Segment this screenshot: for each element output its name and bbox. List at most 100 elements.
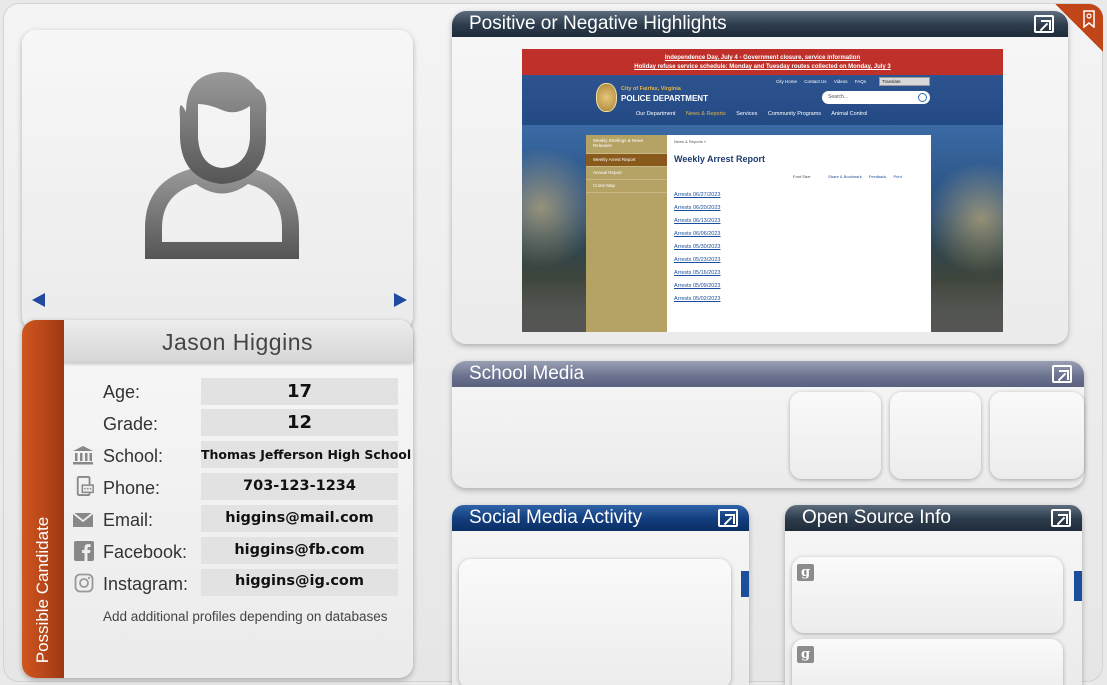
- right-lights: [931, 125, 1003, 332]
- print-tool[interactable]: Print: [894, 174, 902, 179]
- instagram-label: Instagram:: [103, 574, 189, 594]
- feedback-tool[interactable]: Feedback: [869, 174, 887, 179]
- media-thumbnail[interactable]: [890, 392, 981, 479]
- open-source-result[interactable]: g: [792, 639, 1063, 685]
- instagram-value: higgins@ig.com: [201, 569, 398, 596]
- translate-label: Translate: [882, 79, 901, 84]
- profiles-note: Add additional profiles depending on dat…: [103, 609, 388, 624]
- media-thumbnail[interactable]: [990, 392, 1084, 479]
- embedded-page: Independence Day, July 4 - Government cl…: [522, 49, 1003, 332]
- school-media-header: School Media: [452, 361, 1084, 387]
- next-photo-arrow[interactable]: [394, 293, 407, 307]
- arrest-link[interactable]: Arrests 06/20/2023: [674, 205, 720, 218]
- candidate-name: Jason Higgins: [162, 329, 313, 355]
- facebook-label: Facebook:: [103, 542, 188, 562]
- email-icon: [72, 512, 94, 527]
- open-source-result[interactable]: g: [792, 557, 1063, 633]
- phone-icon: [76, 476, 94, 496]
- school-media-panel: School Media: [452, 361, 1084, 488]
- arrest-link[interactable]: Arrests 05/09/2023: [674, 283, 720, 296]
- side-nav: Weekly Briefings & News Releases Weekly …: [586, 135, 667, 332]
- site-header: City Home Contact Us Videos FAQs Transla…: [522, 75, 1003, 125]
- alert-link-1[interactable]: Independence Day, July 4 - Government cl…: [522, 54, 1003, 63]
- status-label: Possible Candidate: [33, 516, 52, 664]
- email-value: higgins@mail.com: [201, 505, 398, 532]
- social-media-panel: Social Media Activity: [452, 505, 749, 685]
- open-source-scrollbar[interactable]: [1074, 571, 1082, 601]
- main-nav: Our Department News & Reports Services C…: [636, 111, 867, 117]
- font-size-tool: Font Size:: [793, 174, 812, 179]
- expand-school-media-icon[interactable]: [1052, 365, 1072, 383]
- arrest-link[interactable]: Arrests 05/23/2023: [674, 257, 720, 270]
- side-nav-weekly-arrest[interactable]: Weekly Arrest Report: [586, 154, 667, 167]
- social-media-header: Social Media Activity: [452, 505, 749, 531]
- share-tool[interactable]: Share & Bookmark: [828, 174, 862, 179]
- top-links: City Home Contact Us Videos FAQs: [776, 79, 866, 84]
- phone-label: Phone:: [103, 478, 161, 498]
- side-nav-crime-map[interactable]: Crime Map: [586, 180, 667, 193]
- school-value: Thomas Jefferson High School: [201, 441, 411, 468]
- search-placeholder: Search...: [828, 94, 849, 100]
- facebook-value: higgins@fb.com: [201, 537, 398, 564]
- highlights-title: Positive or Negative Highlights: [469, 13, 727, 34]
- google-icon: g: [797, 646, 814, 663]
- arrest-link[interactable]: Arrests 05/16/2023: [674, 270, 720, 283]
- expand-highlights-icon[interactable]: [1034, 15, 1054, 33]
- social-media-title: Social Media Activity: [469, 507, 643, 528]
- social-scrollbar[interactable]: [741, 571, 749, 597]
- open-source-title: Open Source Info: [802, 507, 951, 528]
- school-label: School:: [103, 446, 164, 466]
- avatar-placeholder-icon: [145, 72, 299, 259]
- expand-open-source-icon[interactable]: [1051, 509, 1071, 527]
- arrest-link[interactable]: Arrests 06/13/2023: [674, 218, 720, 231]
- site-search-input[interactable]: Search...: [822, 91, 930, 104]
- expand-social-media-icon[interactable]: [718, 509, 738, 527]
- translate-select[interactable]: Translate: [879, 77, 930, 86]
- police-badge-logo: [596, 83, 617, 112]
- side-nav-annual-report[interactable]: Annual Report: [586, 167, 667, 180]
- top-link-videos[interactable]: Videos: [834, 79, 848, 84]
- arrest-link[interactable]: Arrests 05/02/2023: [674, 296, 720, 309]
- side-nav-briefings[interactable]: Weekly Briefings & News Releases: [586, 135, 667, 154]
- arrest-link[interactable]: Arrests 05/30/2023: [674, 244, 720, 257]
- top-link-faqs[interactable]: FAQs: [855, 79, 866, 84]
- grade-value: 12: [201, 409, 398, 436]
- bookmark-icon: [1083, 10, 1095, 28]
- top-link-city-home[interactable]: City Home: [776, 79, 797, 84]
- instagram-icon: [74, 573, 94, 593]
- content-breadcrumb[interactable]: News & Reports »: [674, 139, 706, 144]
- arrest-links-list: Arrests 06/27/2023 Arrests 06/20/2023 Ar…: [674, 192, 720, 309]
- nav-animal-control[interactable]: Animal Control: [831, 111, 867, 117]
- school-media-title: School Media: [469, 363, 585, 384]
- content-area: News & Reports » Weekly Arrest Report Fo…: [667, 135, 931, 332]
- open-source-panel: Open Source Info g g: [785, 505, 1082, 685]
- facebook-icon: [74, 541, 94, 561]
- alert-link-2[interactable]: Holiday refuse service schedule: Monday …: [522, 63, 1003, 72]
- left-lights: [522, 125, 586, 332]
- avatar-card: [22, 30, 413, 330]
- nav-services[interactable]: Services: [736, 111, 757, 117]
- media-thumbnail[interactable]: [790, 392, 881, 479]
- status-ribbon: Possible Candidate: [22, 320, 64, 678]
- profile-card: Jason Higgins Possible Candidate Age: 17…: [22, 320, 413, 678]
- google-icon: g: [797, 564, 814, 581]
- department-name: POLICE DEPARTMENT: [621, 94, 708, 103]
- nav-our-department[interactable]: Our Department: [636, 111, 675, 117]
- age-value: 17: [201, 378, 398, 405]
- top-link-contact[interactable]: Contact Us: [804, 79, 826, 84]
- site-search-icon[interactable]: [918, 93, 927, 102]
- arrest-link[interactable]: Arrests 06/27/2023: [674, 192, 720, 205]
- arrest-link[interactable]: Arrests 06/06/2023: [674, 231, 720, 244]
- prev-photo-arrow[interactable]: [32, 293, 45, 307]
- content-heading: Weekly Arrest Report: [674, 154, 766, 164]
- city-name: City of Fairfax, Virginia: [621, 86, 681, 92]
- open-source-header: Open Source Info: [785, 505, 1082, 531]
- grade-label: Grade:: [103, 414, 159, 434]
- social-post-card[interactable]: [459, 559, 731, 685]
- nav-news-reports[interactable]: News & Reports: [686, 111, 726, 117]
- content-tools: Font Size: Share & Bookmark Feedback Pri…: [793, 174, 902, 179]
- age-label: Age:: [103, 382, 141, 402]
- highlights-header: Positive or Negative Highlights: [452, 11, 1068, 37]
- email-label: Email:: [103, 510, 154, 530]
- nav-community-programs[interactable]: Community Programs: [768, 111, 821, 117]
